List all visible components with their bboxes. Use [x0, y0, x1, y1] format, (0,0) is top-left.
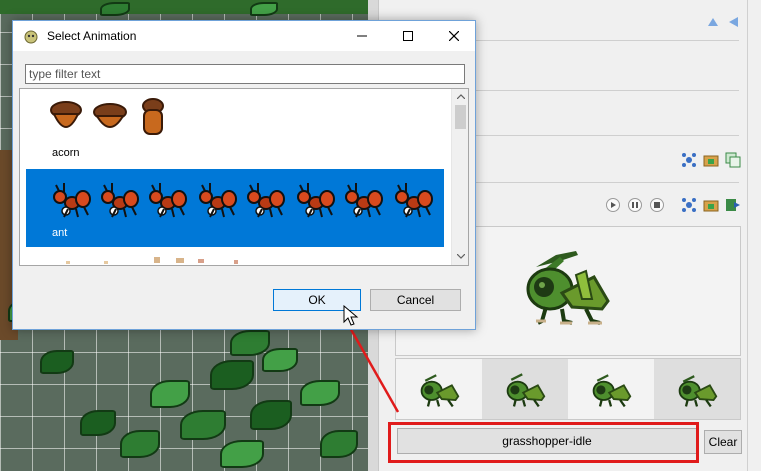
ant-sprites [46, 175, 438, 225]
list-item-label: ant [52, 227, 68, 239]
acorn-frame [50, 101, 82, 128]
scroll-down-icon[interactable] [452, 249, 468, 263]
acorn-sprites [48, 93, 168, 143]
animation-list[interactable]: acorn ant [19, 88, 469, 266]
list-scrollbar[interactable] [451, 89, 468, 265]
minimize-icon[interactable] [339, 21, 385, 51]
select-animation-dialog: Select Animation type filter text acorn … [12, 20, 476, 330]
cancel-button[interactable]: Cancel [370, 289, 461, 311]
dialog-titlebar[interactable]: Select Animation [13, 21, 475, 51]
list-item-partial[interactable] [26, 253, 444, 265]
dialog-title: Select Animation [47, 29, 137, 43]
acorn-frame [93, 103, 127, 128]
scroll-up-icon[interactable] [452, 89, 468, 103]
next-item-sprites [66, 257, 238, 264]
list-item-ant[interactable]: ant [26, 169, 444, 247]
maximize-icon[interactable] [385, 21, 431, 51]
list-item-acorn[interactable]: acorn [26, 89, 444, 163]
mouse-cursor-icon [343, 305, 359, 326]
app-icon [24, 30, 38, 44]
ant-frames [53, 182, 433, 218]
list-item-label: acorn [52, 147, 80, 159]
close-icon[interactable] [431, 21, 477, 51]
scroll-thumb[interactable] [455, 105, 466, 129]
acorn-frame [142, 98, 164, 135]
filter-input[interactable] [25, 64, 465, 84]
